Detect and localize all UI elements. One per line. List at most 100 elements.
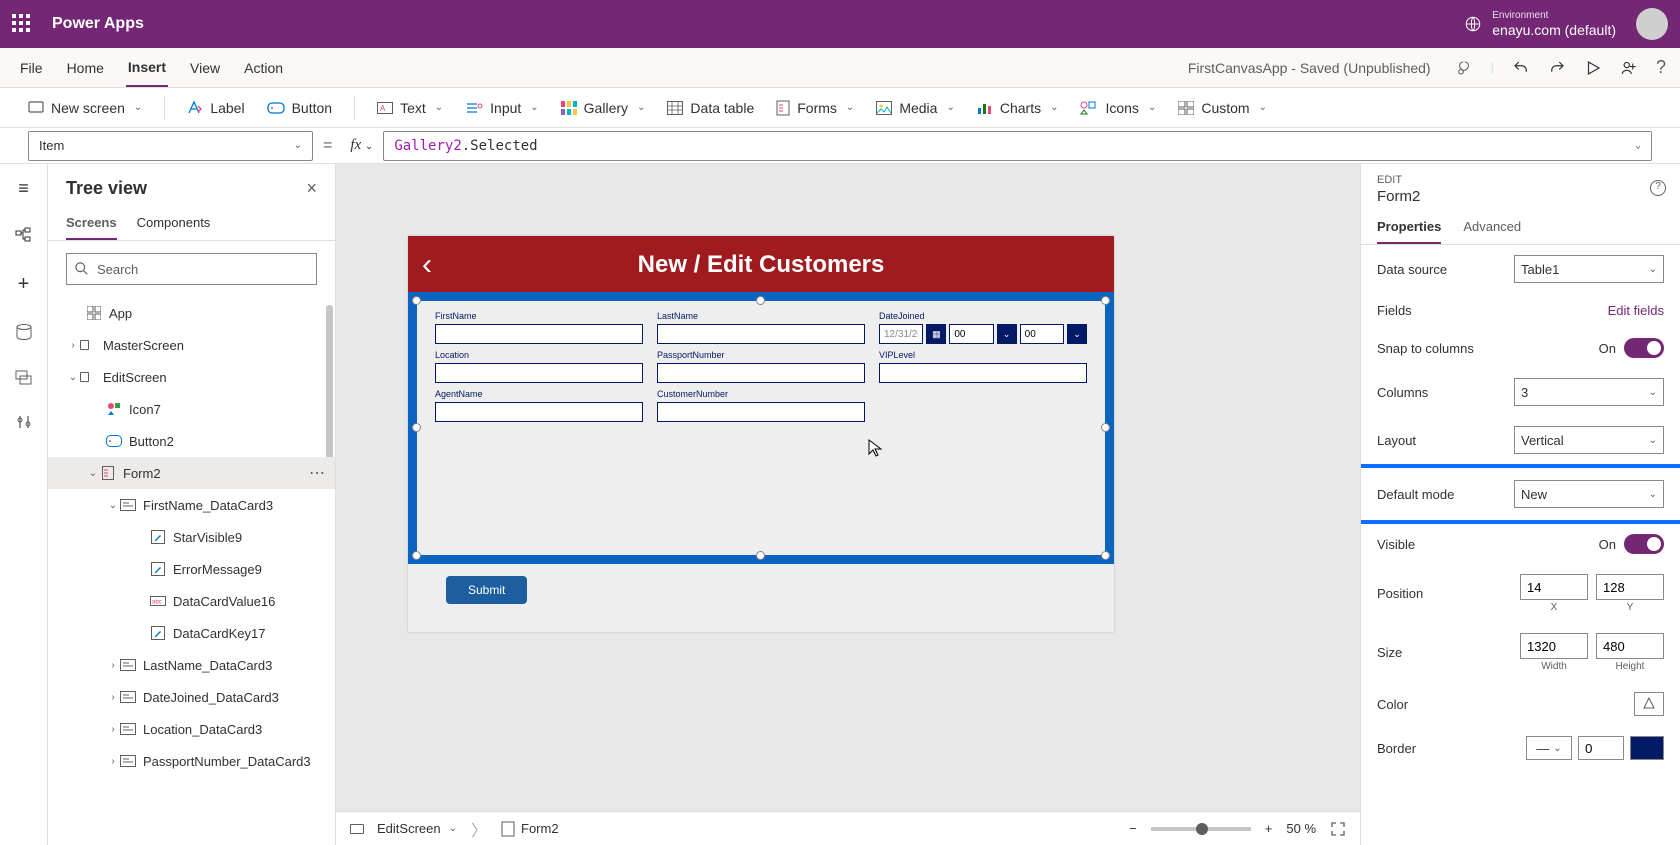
tree-node[interactable]: DataCardKey17	[48, 617, 335, 649]
environment-picker[interactable]: Environment enayu.com (default)	[1464, 10, 1616, 39]
charts-button[interactable]: Charts⌄	[977, 100, 1059, 116]
menu-insert[interactable]: Insert	[126, 49, 168, 87]
visible-toggle[interactable]	[1624, 534, 1664, 554]
snap-toggle[interactable]	[1624, 338, 1664, 358]
new-screen-button[interactable]: New screen⌄	[28, 100, 142, 116]
prop-datasource[interactable]: Table1⌄	[1514, 255, 1664, 283]
app-checker-icon[interactable]	[1455, 59, 1473, 77]
color-picker-btn[interactable]	[1634, 692, 1664, 716]
hour-dd-icon[interactable]: ⌄	[997, 324, 1017, 344]
tree-node[interactable]: abcDataCardValue16	[48, 585, 335, 617]
hamburger-icon[interactable]: ≡	[18, 178, 29, 199]
handle-tl[interactable]	[412, 296, 421, 305]
tools-rail-icon[interactable]	[16, 414, 32, 432]
tab-screens[interactable]: Screens	[66, 207, 117, 240]
handle-t[interactable]	[756, 296, 765, 305]
tree-node[interactable]: ⌄EditScreen	[48, 361, 335, 393]
size-h-input[interactable]	[1596, 633, 1664, 659]
tab-components[interactable]: Components	[137, 207, 211, 240]
prop-columns[interactable]: 3⌄	[1514, 378, 1664, 406]
button-button[interactable]: Button	[267, 100, 332, 116]
tree-node[interactable]: ›Location_DataCard3	[48, 713, 335, 745]
tree-node[interactable]: ›MasterScreen	[48, 329, 335, 361]
tab-properties[interactable]: Properties	[1377, 219, 1441, 244]
user-avatar[interactable]	[1636, 8, 1668, 40]
tree-node[interactable]: ›LastName_DataCard3	[48, 649, 335, 681]
zoom-slider[interactable]	[1151, 827, 1251, 831]
app-launcher-icon[interactable]	[12, 14, 32, 34]
handle-r[interactable]	[1101, 423, 1110, 432]
tab-advanced[interactable]: Advanced	[1463, 219, 1521, 244]
tree-node[interactable]: StarVisible9	[48, 521, 335, 553]
zoom-out[interactable]: −	[1129, 821, 1137, 836]
fx-label[interactable]: fx ⌄	[350, 137, 373, 154]
media-button[interactable]: Media⌄	[876, 100, 955, 116]
menu-file[interactable]: File	[18, 50, 45, 86]
data-icon[interactable]	[16, 324, 32, 342]
gallery-button[interactable]: Gallery⌄	[561, 100, 646, 116]
help-icon[interactable]: ?	[1650, 180, 1666, 196]
border-style[interactable]: — ⌄	[1526, 736, 1572, 760]
custom-button[interactable]: Custom⌄	[1178, 100, 1267, 116]
handle-l[interactable]	[412, 423, 421, 432]
field-lastname[interactable]: LastName	[657, 311, 865, 344]
size-w-input[interactable]	[1520, 633, 1588, 659]
field-firstname[interactable]: FirstName	[435, 311, 643, 344]
zoom-in[interactable]: +	[1265, 821, 1273, 836]
play-icon[interactable]	[1584, 59, 1602, 77]
edit-fields-link[interactable]: Edit fields	[1608, 303, 1664, 318]
submit-button[interactable]: Submit	[446, 576, 527, 604]
formula-input[interactable]: Gallery2.Selected ⌄	[383, 131, 1652, 161]
min-dd-icon[interactable]: ⌄	[1067, 324, 1087, 344]
redo-icon[interactable]	[1548, 59, 1566, 77]
prop-layout[interactable]: Vertical⌄	[1514, 426, 1664, 454]
datatable-button[interactable]: Data table	[667, 100, 754, 116]
fullscreen-icon[interactable]	[1330, 821, 1346, 837]
plus-icon[interactable]: +	[18, 273, 30, 296]
border-color[interactable]	[1630, 736, 1664, 760]
tree-node[interactable]: App	[48, 297, 335, 329]
tree-node[interactable]: ›DateJoined_DataCard3	[48, 681, 335, 713]
crumb-editscreen[interactable]: EditScreen⌄	[350, 821, 457, 836]
calendar-icon[interactable]: ▦	[926, 324, 946, 344]
field-agent[interactable]: AgentName	[435, 389, 643, 422]
field-vip[interactable]: VIPLevel	[879, 350, 1087, 383]
forms-button[interactable]: Forms⌄	[776, 100, 854, 116]
tree-node[interactable]: ›PassportNumber_DataCard3	[48, 745, 335, 777]
menu-home[interactable]: Home	[65, 50, 106, 86]
undo-icon[interactable]	[1512, 59, 1530, 77]
canvas[interactable]: ‹ New / Edit Customers FirstName LastNam…	[336, 164, 1360, 845]
prop-defaultmode[interactable]: New⌄	[1514, 480, 1664, 508]
media-rail-icon[interactable]	[15, 370, 33, 386]
close-icon[interactable]: ×	[306, 178, 317, 199]
input-button[interactable]: Input⌄	[465, 100, 539, 116]
pos-x-input[interactable]	[1520, 574, 1588, 600]
form-selection[interactable]: FirstName LastName DateJoined ▦ ⌄ ⌄	[408, 292, 1114, 564]
border-width[interactable]	[1578, 736, 1624, 760]
handle-bl[interactable]	[412, 551, 421, 560]
back-icon[interactable]: ‹	[422, 248, 432, 282]
handle-br[interactable]	[1101, 551, 1110, 560]
pos-y-input[interactable]	[1596, 574, 1664, 600]
help-icon[interactable]: ?	[1656, 57, 1666, 78]
icons-button[interactable]: Icons⌄	[1080, 100, 1156, 116]
field-passport[interactable]: PassportNumber	[657, 350, 865, 383]
menu-view[interactable]: View	[188, 50, 222, 86]
field-custnum[interactable]: CustomerNumber	[657, 389, 865, 422]
handle-tr[interactable]	[1101, 296, 1110, 305]
text-button[interactable]: A Text⌄	[377, 100, 443, 116]
tree-node[interactable]: ⌄FirstName_DataCard3	[48, 489, 335, 521]
tree-node[interactable]: Button2	[48, 425, 335, 457]
tree-node[interactable]: ErrorMessage9	[48, 553, 335, 585]
share-icon[interactable]	[1620, 59, 1638, 77]
crumb-form2[interactable]: Form2	[501, 821, 559, 837]
field-datejoined[interactable]: DateJoined ▦ ⌄ ⌄	[879, 311, 1087, 344]
property-dropdown[interactable]: Item⌄	[28, 131, 313, 161]
handle-b[interactable]	[756, 551, 765, 560]
tree-node[interactable]: ⌄Form2	[48, 457, 335, 489]
field-location[interactable]: Location	[435, 350, 643, 383]
menu-action[interactable]: Action	[242, 50, 285, 86]
tree-node[interactable]: Icon7	[48, 393, 335, 425]
label-button[interactable]: Label	[187, 100, 244, 116]
tree-icon[interactable]	[15, 227, 33, 245]
